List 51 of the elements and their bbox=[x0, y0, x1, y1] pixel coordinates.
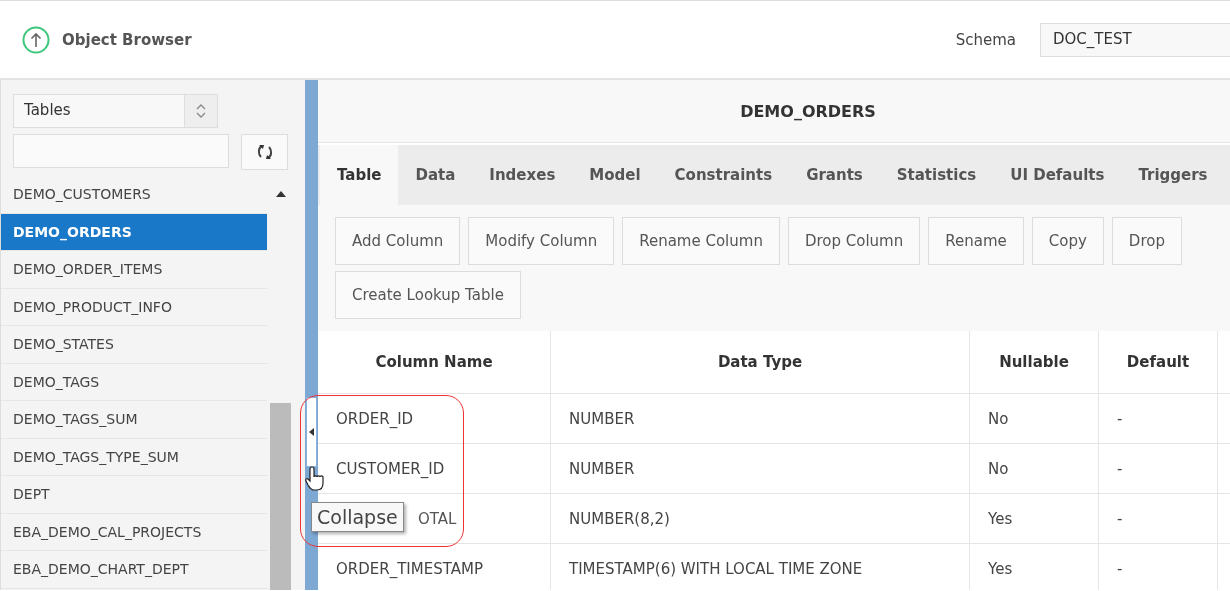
table-cell: Yes bbox=[988, 559, 1013, 578]
action-button[interactable]: Rename Column bbox=[622, 217, 780, 265]
tab[interactable]: Triggers bbox=[1121, 145, 1225, 205]
tab[interactable]: Model bbox=[572, 145, 658, 205]
column-header[interactable]: Default bbox=[1098, 331, 1218, 394]
column-header[interactable]: Nullable bbox=[969, 331, 1099, 394]
action-button[interactable]: Add Column bbox=[335, 217, 461, 265]
tooltip: Collapse bbox=[311, 502, 404, 532]
scroll-up-icon bbox=[276, 191, 286, 197]
action-button[interactable]: Modify Column bbox=[468, 217, 615, 265]
table-cell: - bbox=[1117, 509, 1123, 528]
table-cell: No bbox=[988, 409, 1009, 428]
page-title: Object Browser bbox=[62, 30, 192, 49]
tab[interactable]: Statistics bbox=[879, 145, 994, 205]
up-down-icon bbox=[195, 102, 207, 120]
table-list-item[interactable]: DEMO_ORDERS bbox=[1, 213, 267, 251]
left-caret-icon bbox=[309, 428, 314, 436]
action-button[interactable]: Rename bbox=[928, 217, 1024, 265]
tab[interactable]: Indexes bbox=[472, 145, 573, 205]
table-cell: No bbox=[988, 459, 1009, 478]
action-button[interactable]: Create Lookup Table bbox=[335, 271, 521, 319]
tab[interactable]: Constraints bbox=[657, 145, 790, 205]
scrollbar-thumb[interactable] bbox=[270, 403, 291, 590]
table-cell: ORDER_ID bbox=[336, 409, 414, 428]
object-title: DEMO_ORDERS bbox=[318, 80, 1230, 143]
schema-field[interactable]: DOC_TEST bbox=[1040, 22, 1230, 57]
table-cell: - bbox=[1117, 409, 1123, 428]
table-cell: NUMBER(8,2) bbox=[569, 509, 670, 528]
collapse-handle[interactable] bbox=[306, 397, 317, 467]
tab[interactable]: Table bbox=[320, 145, 399, 205]
table-cell: - bbox=[1117, 559, 1123, 578]
refresh-button[interactable] bbox=[241, 134, 288, 170]
tab[interactable]: Data bbox=[398, 145, 473, 205]
object-type-select[interactable]: Tables bbox=[13, 94, 218, 128]
table-cell: NUMBER bbox=[569, 459, 635, 478]
table-cell: - bbox=[1117, 459, 1123, 478]
table-cell: Yes bbox=[988, 509, 1013, 528]
table-cell: CUSTOMER_ID bbox=[336, 459, 445, 478]
table-cell: ORDER_TIMESTAMP bbox=[336, 559, 483, 578]
action-button[interactable]: Drop bbox=[1111, 217, 1182, 265]
action-button[interactable]: Copy bbox=[1031, 217, 1104, 265]
tab[interactable]: Grants bbox=[789, 145, 880, 205]
tab[interactable]: UI Defaults bbox=[993, 145, 1122, 205]
filter-field[interactable] bbox=[13, 134, 229, 168]
table-cell: TIMESTAMP(6) WITH LOCAL TIME ZONE bbox=[569, 559, 863, 578]
schema-label: Schema bbox=[955, 30, 1016, 49]
table-cell: OTAL bbox=[418, 509, 457, 528]
column-header[interactable]: Data Type bbox=[550, 331, 970, 394]
column-header[interactable]: Column Name bbox=[318, 331, 551, 394]
table-cell: NUMBER bbox=[569, 409, 635, 428]
action-button[interactable]: Drop Column bbox=[787, 217, 921, 265]
